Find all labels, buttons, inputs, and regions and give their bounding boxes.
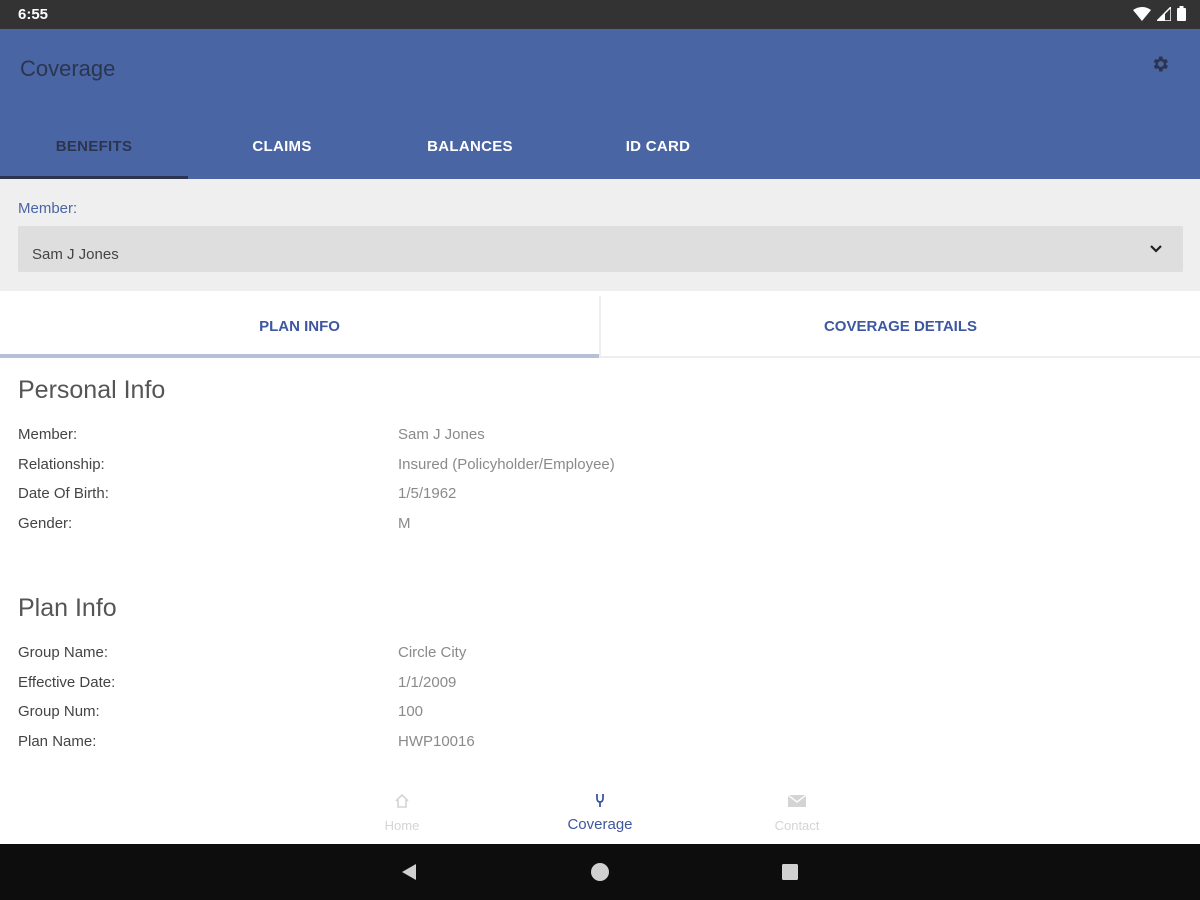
settings-button[interactable] — [1150, 54, 1174, 78]
tab-id-card[interactable]: ID CARD — [564, 113, 752, 179]
info-value: Sam J Jones — [398, 426, 485, 443]
wifi-icon — [1133, 6, 1151, 21]
coverage-icon — [596, 794, 604, 807]
nav-coverage-label: Coverage — [567, 816, 633, 833]
plan-info-title: Plan Info — [18, 594, 117, 622]
nav-contact[interactable]: Contact — [737, 792, 857, 833]
personal-info-title: Personal Info — [18, 376, 166, 404]
info-row: Effective Date: 1/1/2009 — [18, 674, 1178, 704]
info-label: Gender: — [18, 514, 73, 532]
nav-home-label: Home — [384, 818, 420, 833]
info-label: Plan Name: — [18, 732, 97, 750]
nav-contact-label: Contact — [774, 818, 820, 833]
member-dropdown[interactable]: Sam J Jones — [18, 226, 1183, 272]
tab-balances[interactable]: BALANCES — [376, 113, 564, 179]
info-row: Relationship: Insured (Policyholder/Empl… — [18, 456, 1178, 486]
system-nav-bar — [0, 844, 1200, 900]
info-row: Group Name: Circle City — [18, 644, 1178, 674]
info-row: Group Num: 100 — [18, 703, 1178, 733]
info-value: HWP10016 — [398, 732, 475, 750]
info-row: Date Of Birth: 1/5/1962 — [18, 485, 1178, 515]
gear-icon — [1153, 56, 1168, 72]
page-title: Coverage — [20, 56, 116, 81]
tab-plan-info[interactable]: PLAN INFO — [0, 296, 599, 358]
status-bar: 6:55 — [0, 0, 1200, 29]
info-value: 1/1/2009 — [398, 673, 457, 691]
member-section: Member: Sam J Jones — [0, 179, 1200, 291]
info-label: Effective Date: — [18, 673, 116, 691]
info-value: 100 — [398, 703, 424, 720]
nav-coverage[interactable]: Coverage — [540, 792, 660, 833]
info-value: Insured (Policyholder/Employee) — [398, 455, 615, 473]
info-row: Gender: M — [18, 515, 1178, 545]
info-label: Group Name: — [18, 644, 109, 661]
signal-icon — [1157, 6, 1171, 21]
info-label: Group Num: — [18, 703, 100, 720]
recents-icon[interactable] — [780, 862, 800, 882]
tab-claims[interactable]: CLAIMS — [188, 113, 376, 179]
info-label: Relationship: — [18, 455, 105, 473]
chevron-down-icon — [1150, 245, 1162, 253]
tab-benefits[interactable]: BENEFITS — [0, 113, 188, 179]
info-value: Circle City — [398, 644, 467, 661]
info-value: 1/5/1962 — [398, 485, 457, 502]
home-icon — [395, 793, 409, 808]
back-icon[interactable] — [399, 862, 419, 882]
info-row: Member: Sam J Jones — [18, 426, 1178, 456]
nav-home[interactable]: Home — [342, 792, 462, 833]
mail-icon — [787, 794, 807, 807]
battery-icon — [1177, 6, 1186, 21]
info-label: Member: — [18, 426, 78, 443]
app-bar: Coverage BENEFITS CLAIMS BALANCES ID CAR… — [0, 29, 1200, 179]
top-tabs: BENEFITS CLAIMS BALANCES ID CARD — [0, 113, 752, 179]
info-row: Plan Name: HWP10016 — [18, 733, 1178, 763]
member-dropdown-value: Sam J Jones — [32, 246, 119, 263]
status-time: 6:55 — [18, 6, 49, 23]
sub-tabs: PLAN INFO COVERAGE DETAILS — [0, 296, 1200, 358]
tab-coverage-details[interactable]: COVERAGE DETAILS — [599, 296, 1200, 358]
member-label: Member: — [18, 200, 78, 217]
plan-content: Personal Info Member: Sam J Jones Relati… — [18, 370, 1178, 762]
info-value: M — [398, 514, 411, 532]
info-label: Date Of Birth: — [18, 485, 109, 502]
status-icons — [1133, 6, 1186, 21]
bottom-nav: Home Coverage Contact — [0, 782, 1200, 844]
home-button-icon[interactable] — [590, 862, 610, 882]
